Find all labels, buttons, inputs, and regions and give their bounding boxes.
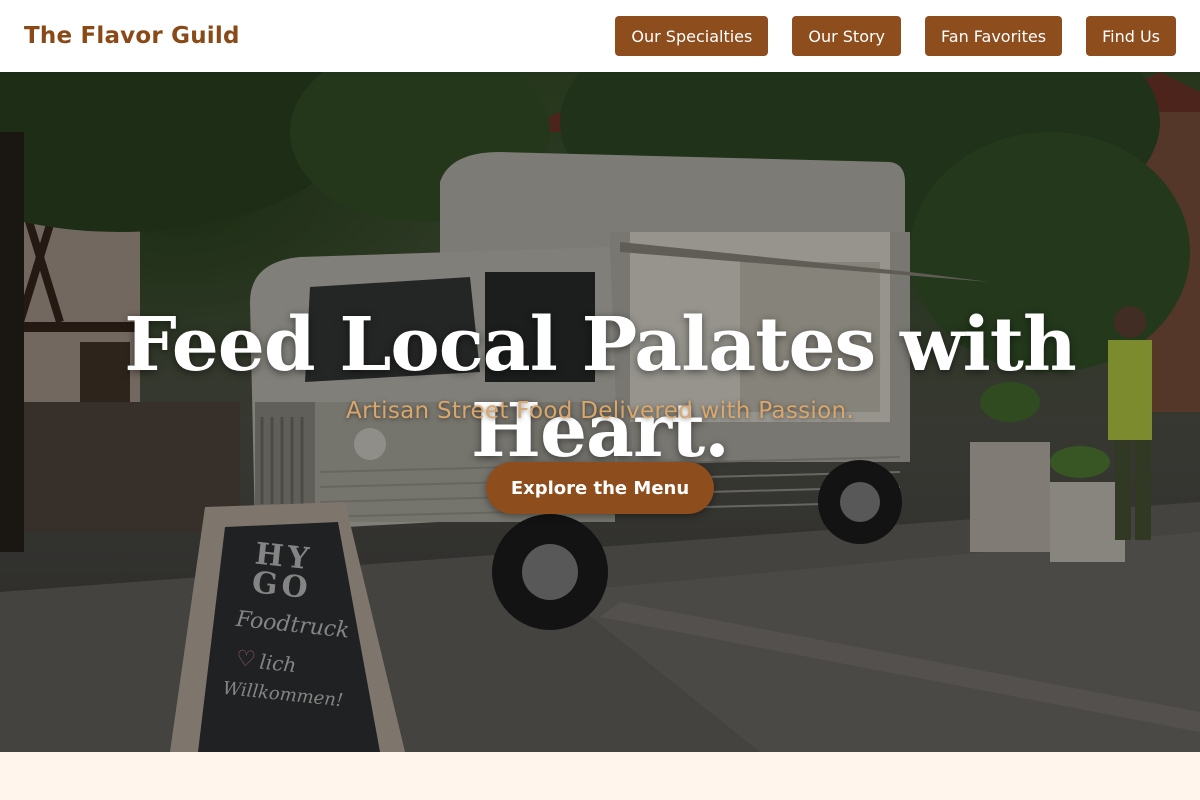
site-header: The Flavor Guild Our Specialties Our Sto… [0,0,1200,72]
nav-find-us[interactable]: Find Us [1086,16,1176,56]
hero-subtitle: Artisan Street Food Delivered with Passi… [346,398,854,424]
nav-our-specialties[interactable]: Our Specialties [615,16,769,56]
nav-fan-favorites[interactable]: Fan Favorites [925,16,1063,56]
hero-content: Feed Local Palates with Heart. Artisan S… [0,72,1200,752]
hero-section: HY GO Foodtruck ♡ lich Willkommen! Feed … [0,72,1200,752]
brand-logo[interactable]: The Flavor Guild [24,23,240,49]
hero-title: Feed Local Palates with Heart. [124,302,1077,474]
next-section-strip [0,752,1200,800]
explore-menu-button[interactable]: Explore the Menu [486,462,714,514]
main-nav: Our Specialties Our Story Fan Favorites … [615,16,1176,56]
nav-our-story[interactable]: Our Story [792,16,902,56]
